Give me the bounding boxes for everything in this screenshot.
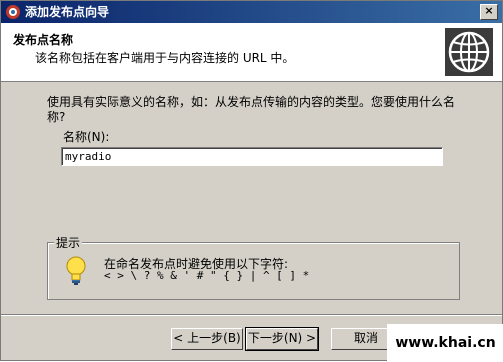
close-button[interactable]: × [480,4,498,20]
instruction-text: 使用具有实际意义的名称，如：从发布点传输的内容的类型。您要使用什么名称? [47,95,456,124]
page-title: 发布点名称 [13,33,74,47]
watermark-text: www.khai.cn [387,324,503,362]
tip-group: 提示 在命名发布点时避免使用以下字符: < > \ ? % & ' # " { … [47,234,460,300]
title-bar[interactable]: 添加发布点向导 × [1,1,502,23]
next-button[interactable]: 下一步(N) > [245,327,319,351]
back-button[interactable]: < 上一步(B) [171,328,243,350]
globe-icon [445,28,493,76]
tip-legend: 提示 [54,234,83,251]
button-divider [1,314,502,316]
tip-line-2: < > \ ? % & ' # " { } | ^ [ ] * [104,269,310,282]
app-icon [6,5,20,19]
page-subtitle: 该名称包括在客户端用于与内容连接的 URL 中。 [35,51,295,65]
lightbulb-icon [66,256,86,285]
name-input[interactable]: myradio [61,147,443,166]
name-label: 名称(N): [63,130,110,144]
wizard-window: 添加发布点向导 × 发布点名称 该名称包括在客户端用于与内容连接的 URL 中。… [0,0,503,362]
window-title: 添加发布点向导 [25,5,110,19]
wizard-header: 发布点名称 该名称包括在客户端用于与内容连接的 URL 中。 [1,23,502,82]
